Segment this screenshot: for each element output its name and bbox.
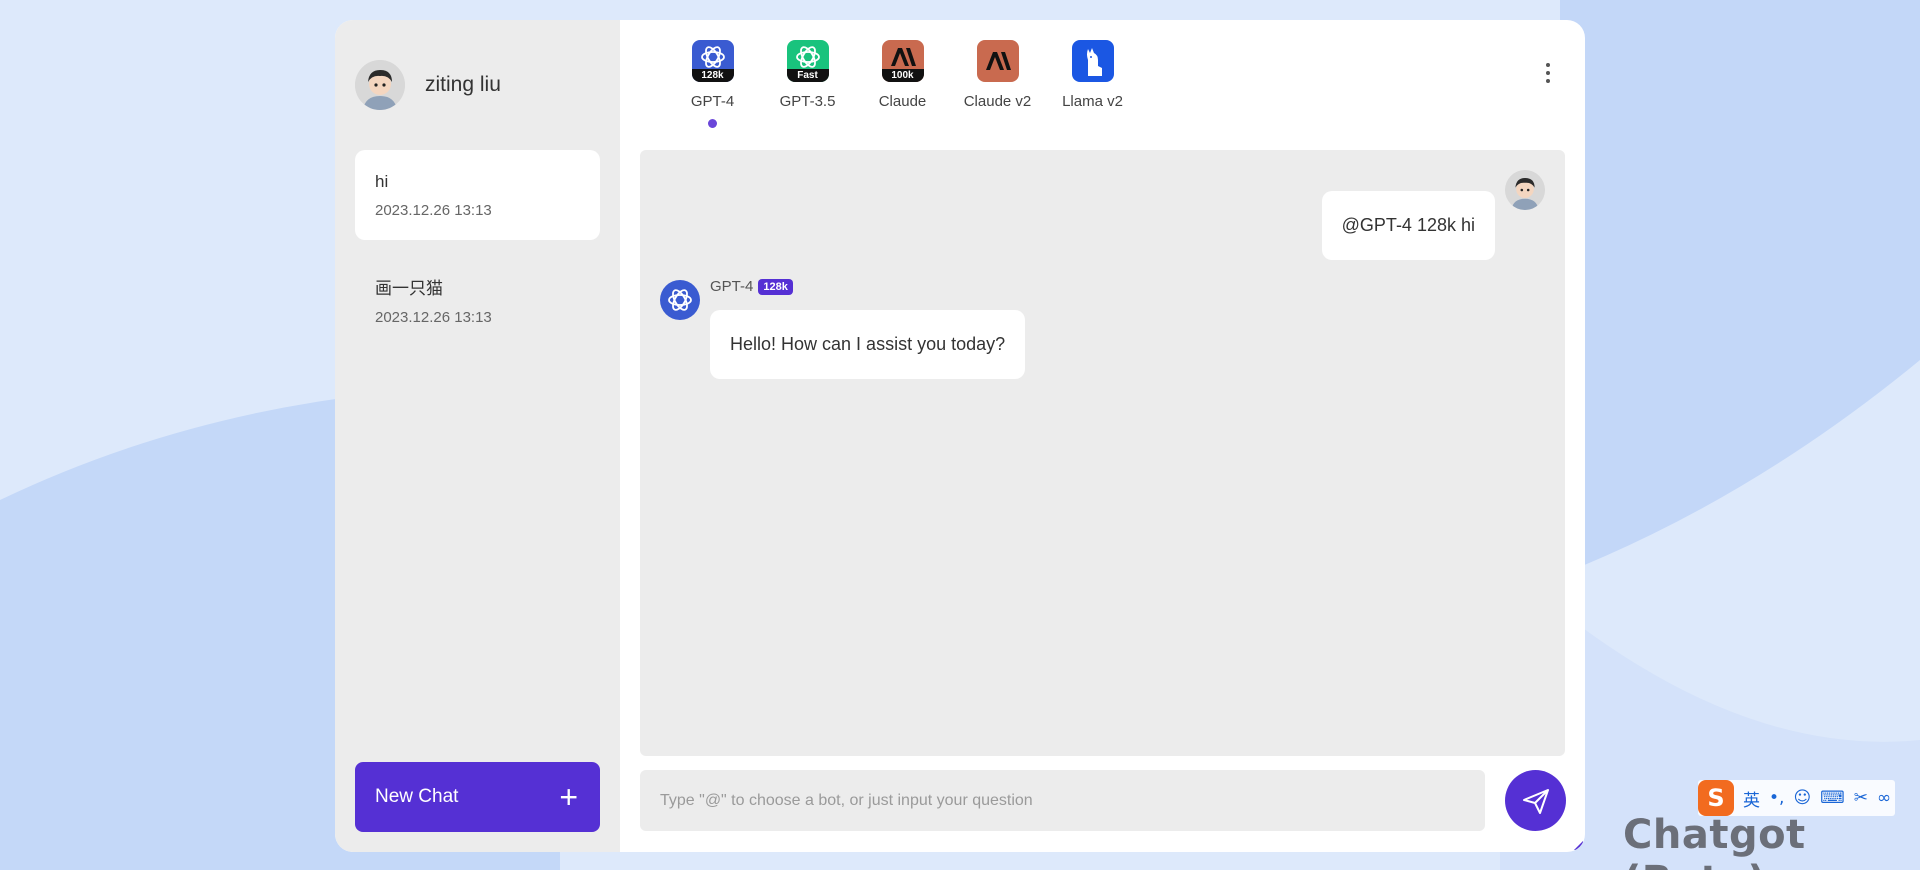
chat-app-window: ziting liu hi 2023.12.26 13:13 画一只猫 2023…	[335, 20, 1585, 852]
openai-logo-icon: 128k	[691, 40, 734, 82]
conversation-panel: @GPT-4 128k hi GPT-4 128k Hello! How can…	[640, 150, 1565, 756]
bot-label: Llama v2	[1062, 93, 1123, 110]
bot-selector: 128k GPT-4 Fast GPT-3.5 100k Claude Clau…	[665, 40, 1140, 128]
new-chat-label: New Chat	[375, 786, 459, 807]
ime-keyboard-icon[interactable]: ⌨	[1820, 788, 1845, 808]
message-input[interactable]	[640, 770, 1485, 831]
sidebar: ziting liu hi 2023.12.26 13:13 画一只猫 2023…	[335, 20, 620, 852]
anthropic-logo-icon	[976, 40, 1019, 82]
bot-llama-v2[interactable]: Llama v2	[1045, 40, 1140, 128]
watermark: Chatgot (Beta)	[1623, 812, 1806, 870]
ime-toolbar: S 英 •, ☺ ⌨ ✂ ∞	[1698, 780, 1896, 816]
bot-badge: 128k	[691, 69, 734, 82]
chat-list-item[interactable]: 画一只猫 2023.12.26 13:13	[355, 252, 600, 342]
chat-date: 2023.12.26 13:13	[375, 202, 492, 219]
ime-punctuation-icon[interactable]: •,	[1769, 788, 1784, 808]
model-tag-badge: 128k	[758, 278, 793, 295]
resize-handle[interactable]	[1574, 841, 1583, 850]
ime-language-toggle[interactable]: 英	[1743, 786, 1760, 811]
bot-badge: Fast	[786, 69, 829, 82]
chat-title: 画一只猫	[375, 279, 443, 298]
bot-claude-v2[interactable]: Claude v2	[950, 40, 1045, 128]
user-message-bubble: @GPT-4 128k hi	[1321, 191, 1495, 260]
bot-message-bubble: Hello! How can I assist you today?	[710, 310, 1026, 379]
bot-badge: 100k	[881, 69, 924, 82]
bot-message-header: GPT-4 128k	[710, 278, 793, 295]
bot-claude[interactable]: 100k Claude	[855, 40, 950, 128]
bot-gpt35[interactable]: Fast GPT-3.5	[760, 40, 855, 128]
bot-label: GPT-3.5	[779, 93, 836, 110]
bot-label: Claude	[878, 93, 927, 110]
bot-label: Claude v2	[963, 93, 1032, 110]
send-icon	[1522, 788, 1549, 814]
send-button[interactable]	[1505, 770, 1566, 831]
openai-logo-icon: Fast	[786, 40, 829, 82]
user-avatar	[355, 60, 405, 110]
plus-icon: +	[559, 779, 578, 815]
bot-name: GPT-4	[710, 278, 754, 295]
chat-date: 2023.12.26 13:13	[375, 309, 492, 326]
selected-indicator	[708, 119, 717, 128]
user-message-avatar	[1505, 170, 1545, 210]
openai-logo-icon	[660, 280, 700, 320]
avatar-icon	[1505, 170, 1545, 210]
chat-title: hi	[375, 172, 389, 191]
chat-list-item-active[interactable]: hi 2023.12.26 13:13	[355, 150, 600, 240]
bot-label: GPT-4	[690, 93, 735, 110]
ime-emoji-icon[interactable]: ☺	[1793, 788, 1811, 808]
avatar-icon	[355, 60, 405, 110]
bot-gpt4[interactable]: 128k GPT-4	[665, 40, 760, 128]
ime-more-icon[interactable]: ∞	[1877, 788, 1891, 808]
sogou-logo-icon[interactable]: S	[1698, 780, 1734, 816]
main-panel: 128k GPT-4 Fast GPT-3.5 100k Claude Clau…	[620, 20, 1585, 852]
llama-icon	[1071, 40, 1114, 82]
user-profile[interactable]: ziting liu	[355, 60, 501, 110]
username: ziting liu	[425, 73, 501, 96]
anthropic-logo-icon: 100k	[881, 40, 924, 82]
new-chat-button[interactable]: New Chat +	[355, 762, 600, 832]
more-options-icon[interactable]	[1541, 60, 1555, 86]
ime-scissors-icon[interactable]: ✂	[1854, 788, 1868, 808]
